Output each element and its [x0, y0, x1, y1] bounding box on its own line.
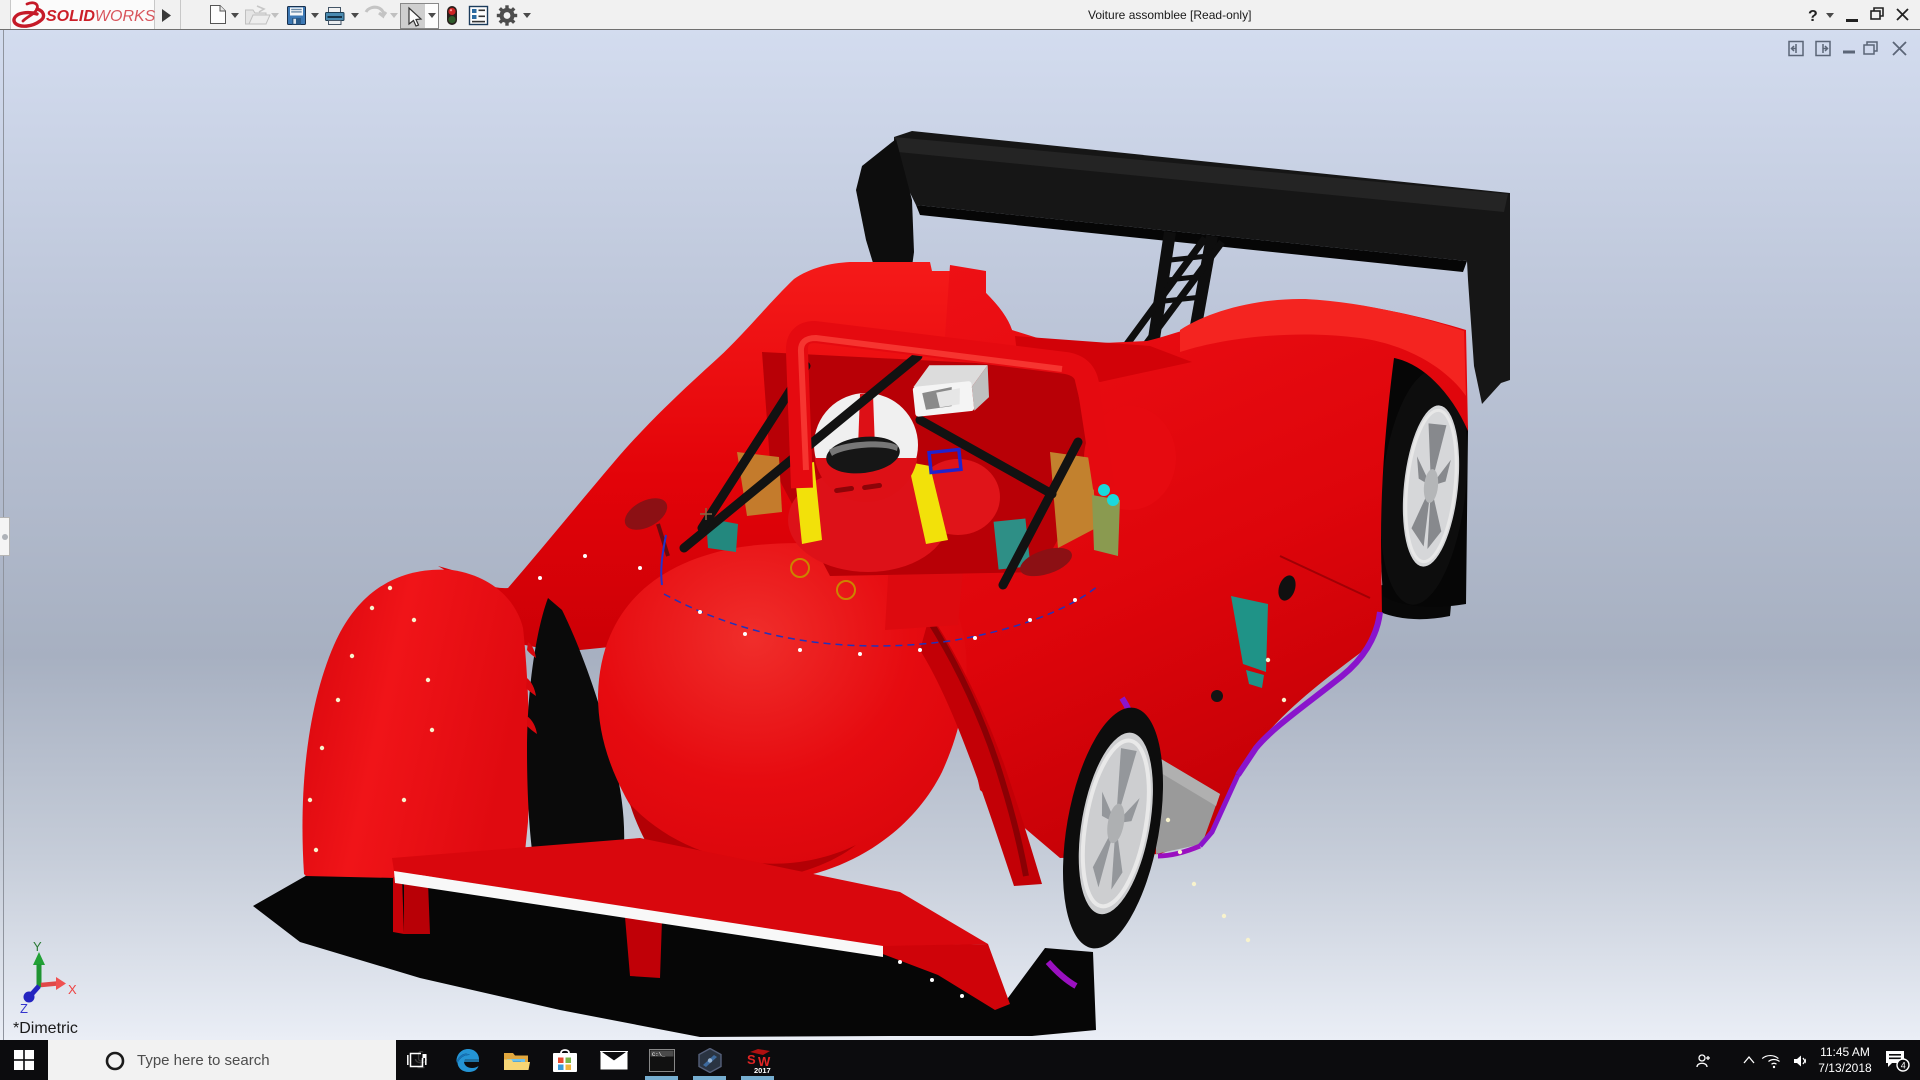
svg-text:Z: Z [20, 1001, 28, 1016]
svg-text:4: 4 [1901, 1061, 1906, 1071]
svg-text:C:\_: C:\_ [652, 1051, 666, 1058]
svg-text:X: X [68, 982, 77, 997]
svg-text:S: S [747, 1052, 756, 1067]
svg-text:*Dimetric: *Dimetric [13, 1020, 78, 1037]
svg-text:2017: 2017 [754, 1066, 771, 1074]
svg-text:?: ? [1808, 8, 1818, 25]
svg-text:Y: Y [33, 939, 42, 954]
